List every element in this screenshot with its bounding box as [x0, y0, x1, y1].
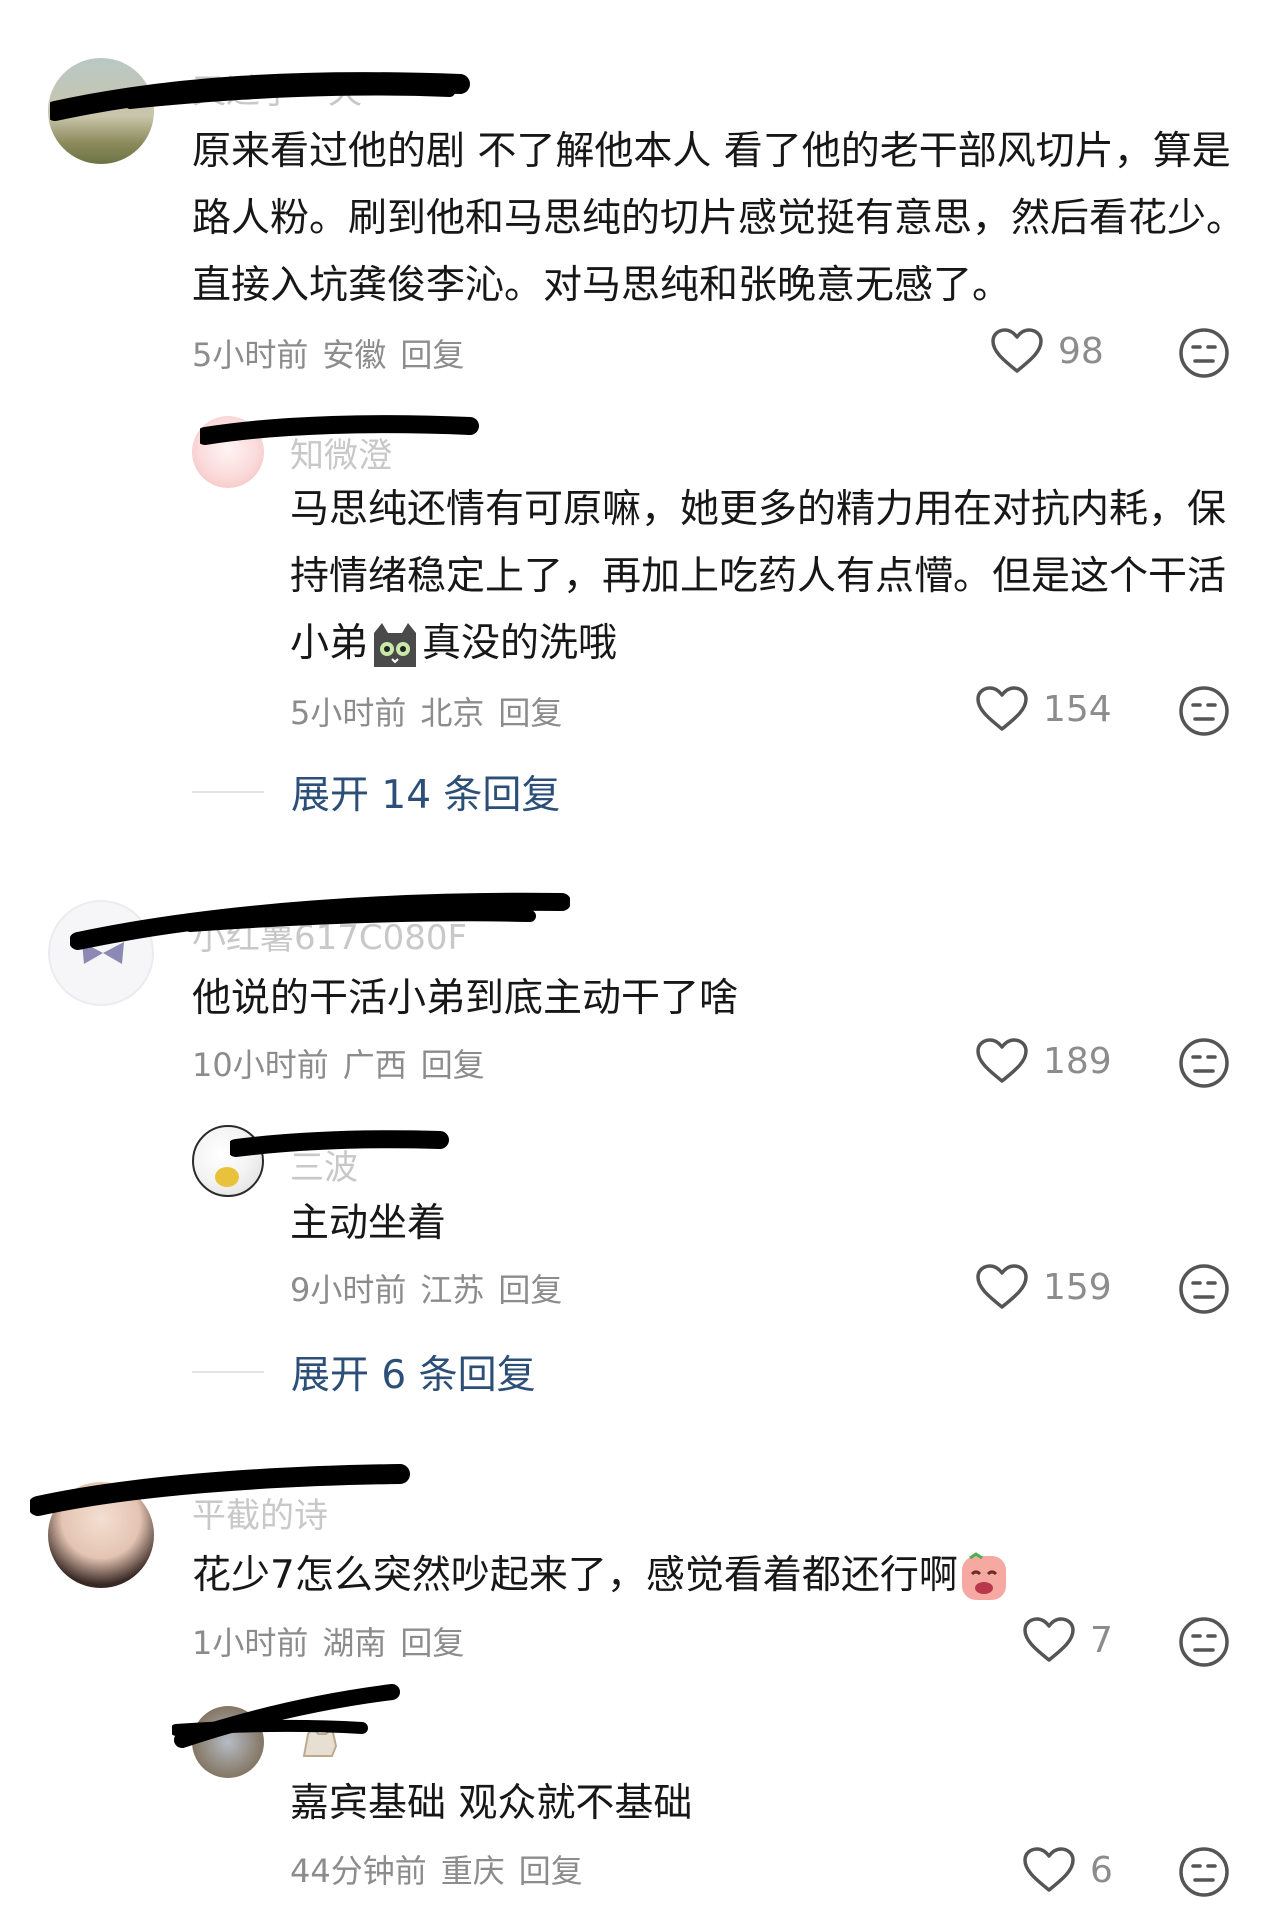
avatar[interactable] — [48, 900, 154, 1006]
expand-replies-label[interactable]: 展开 14 条回复 — [291, 764, 560, 820]
reply-button[interactable]: 回复 — [498, 694, 562, 732]
comment-location: 安徽 — [322, 336, 387, 374]
like-button[interactable]: 98 — [990, 327, 1104, 375]
reply-button[interactable]: 回复 — [400, 1624, 464, 1662]
comment-username[interactable]: 知微澄 — [290, 428, 392, 477]
reply-button[interactable]: 回复 — [519, 1852, 583, 1890]
neutral-face-icon[interactable] — [1178, 1263, 1230, 1315]
comment-meta: 5小时前 北京 回复 — [290, 688, 576, 734]
divider — [192, 1371, 264, 1373]
comment-location: 重庆 — [440, 1852, 505, 1890]
avatar[interactable] — [192, 416, 264, 488]
comment-location: 湖南 — [322, 1624, 387, 1662]
comment-username[interactable]: 平截的诗 — [192, 1488, 328, 1537]
reply-button[interactable]: 回复 — [421, 1046, 485, 1084]
expand-replies-button[interactable]: 展开 14 条回复 — [192, 764, 560, 820]
comment-text-part: 真没的洗哦 — [422, 621, 618, 666]
comment-text: 主动坐着 — [290, 1201, 447, 1246]
comment-meta: 1小时前 湖南 回复 — [192, 1618, 478, 1664]
cat-sticker-icon — [302, 1724, 338, 1757]
comment-username[interactable]: 三波 — [290, 1140, 358, 1189]
heart-outline-icon — [1023, 1847, 1075, 1892]
neutral-face-icon[interactable] — [1178, 327, 1230, 379]
neutral-face-icon[interactable] — [1178, 685, 1230, 737]
comment-meta: 9小时前 江苏 回复 — [290, 1265, 576, 1311]
neutral-face-icon[interactable] — [1178, 1616, 1230, 1668]
comment-time: 10小时前 — [192, 1046, 329, 1084]
comment-text: 他说的干活小弟到底主动干了啥 — [192, 976, 739, 1021]
heart-outline-icon — [1023, 1617, 1075, 1662]
comment-text: 马思纯还情有可原嘛，她更多的精力用在对抗内耗，保持情绪稳定上了，再加上吃药人有点… — [290, 476, 1250, 677]
comment-location: 江苏 — [420, 1271, 485, 1309]
comment-text: 原来看过他的剧 不了解他本人 看了他的老干部风切片，算是路人粉。刷到他和马思纯的… — [192, 129, 1246, 308]
avatar[interactable] — [192, 1706, 264, 1778]
comment-meta: 44分钟前 重庆 回复 — [290, 1846, 597, 1892]
comment-location: 广西 — [342, 1046, 407, 1084]
expand-replies-label[interactable]: 展开 6 条回复 — [291, 1344, 536, 1400]
like-button[interactable]: 7 — [1022, 1616, 1113, 1664]
like-button[interactable]: 159 — [975, 1263, 1112, 1311]
like-count: 98 — [1058, 330, 1104, 372]
expand-replies-button[interactable]: 展开 6 条回复 — [192, 1344, 536, 1400]
heart-outline-icon — [976, 1038, 1028, 1083]
comment-meta: 10小时前 广西 回复 — [192, 1040, 499, 1086]
reply-button[interactable]: 回复 — [400, 336, 464, 374]
comment-time: 1小时前 — [192, 1624, 309, 1662]
comment-username[interactable]: 又过了一天 — [192, 64, 362, 113]
comment-meta: 5小时前 安徽 回复 — [192, 330, 478, 376]
comment-text-part: 花少7怎么突然吵起来了，感觉看着都还行啊 — [192, 1553, 958, 1598]
heart-outline-icon — [976, 1264, 1028, 1309]
like-button[interactable]: 154 — [975, 685, 1112, 733]
comment-time: 9小时前 — [290, 1271, 407, 1309]
heart-outline-icon — [991, 328, 1043, 373]
comment-location: 北京 — [420, 694, 485, 732]
neutral-face-icon[interactable] — [1178, 1037, 1230, 1089]
like-button[interactable]: 6 — [1022, 1846, 1113, 1894]
crying-face-emoji — [961, 1551, 1006, 1600]
comment-time: 44分钟前 — [290, 1852, 427, 1890]
reply-button[interactable]: 回复 — [498, 1271, 562, 1309]
divider — [192, 791, 264, 793]
comment-time: 5小时前 — [290, 694, 407, 732]
like-count: 159 — [1043, 1266, 1112, 1308]
like-count: 189 — [1043, 1040, 1112, 1082]
avatar[interactable] — [48, 58, 154, 164]
neutral-face-icon[interactable] — [1178, 1846, 1230, 1898]
comment-text: 花少7怎么突然吵起来了，感觉看着都还行啊 — [192, 1542, 1252, 1609]
like-count: 7 — [1090, 1619, 1113, 1661]
comment-text: 嘉宾基础 观众就不基础 — [290, 1781, 693, 1826]
comment-username[interactable]: 小红薯617C080F — [192, 910, 467, 959]
like-count: 6 — [1090, 1849, 1113, 1891]
comment-time: 5小时前 — [192, 336, 309, 374]
heart-outline-icon — [976, 686, 1028, 731]
like-button[interactable]: 189 — [975, 1037, 1112, 1085]
like-count: 154 — [1043, 688, 1112, 730]
avatar[interactable] — [192, 1125, 264, 1197]
avatar[interactable] — [48, 1482, 154, 1588]
cat-emoji — [374, 622, 417, 667]
